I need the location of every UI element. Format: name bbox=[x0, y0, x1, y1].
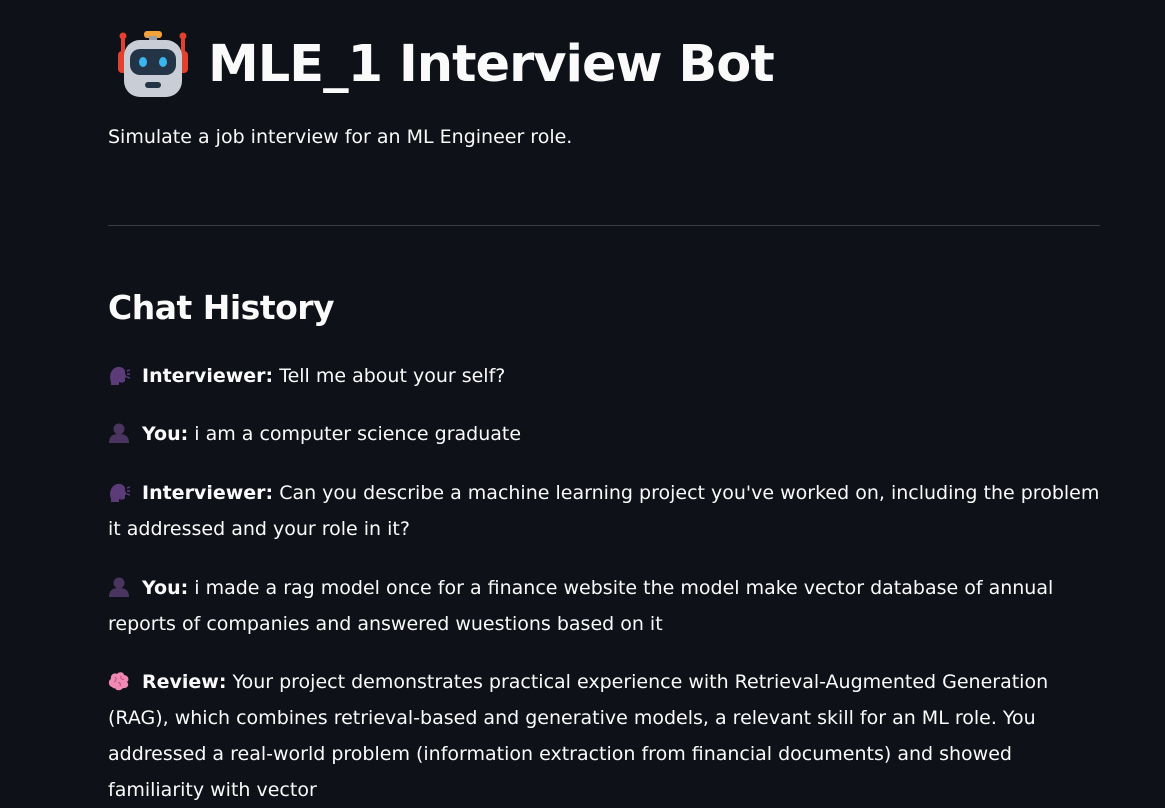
page-title: MLE_1 Interview Bot bbox=[208, 34, 775, 94]
title-row: MLE_1 Interview Bot bbox=[108, 26, 775, 102]
chat-history-heading: Chat History bbox=[108, 288, 335, 327]
message-role: Interviewer: bbox=[142, 482, 274, 504]
message-role: You: bbox=[142, 577, 189, 599]
chat-message: Interviewer: Can you describe a machine … bbox=[108, 475, 1100, 547]
speaking-head-icon bbox=[110, 366, 130, 385]
chat-message: You: i am a computer science graduate bbox=[108, 416, 1100, 452]
message-role: Interviewer: bbox=[142, 365, 274, 387]
message-text: i made a rag model once for a finance we… bbox=[108, 577, 1054, 635]
brain-icon bbox=[108, 672, 129, 691]
page-subtitle: Simulate a job interview for an ML Engin… bbox=[108, 126, 573, 148]
message-role: You: bbox=[142, 423, 189, 445]
speaking-head-icon bbox=[110, 483, 130, 502]
chat-message: You: i made a rag model once for a finan… bbox=[108, 570, 1100, 642]
robot-icon bbox=[118, 31, 188, 97]
user-silhouette-icon bbox=[109, 577, 129, 597]
chat-message: Interviewer: Tell me about your self? bbox=[108, 358, 1100, 394]
message-text: Tell me about your self? bbox=[279, 365, 506, 387]
message-text: Your project demonstrates practical expe… bbox=[108, 671, 1049, 801]
user-silhouette-icon bbox=[109, 423, 129, 443]
chat-message: Review: Your project demonstrates practi… bbox=[108, 664, 1100, 808]
message-text: i am a computer science graduate bbox=[194, 423, 522, 445]
message-role: Review: bbox=[142, 671, 227, 693]
divider bbox=[108, 225, 1100, 226]
